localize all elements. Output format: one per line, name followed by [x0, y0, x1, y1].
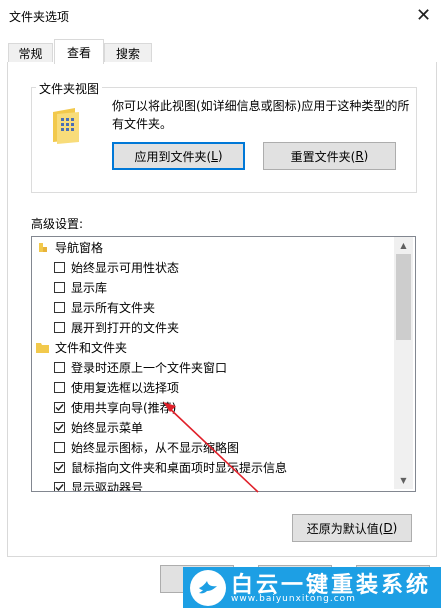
folder-view-icon	[53, 108, 79, 144]
button-text: 应用到文件夹(	[134, 149, 212, 164]
checkbox[interactable]	[54, 301, 65, 313]
checkmark-icon	[55, 463, 64, 471]
window-title: 文件夹选项	[9, 10, 70, 24]
list-item[interactable]: 显示库	[54, 277, 107, 297]
bird-logo-icon	[190, 570, 226, 606]
list-item[interactable]: 显示所有文件夹	[54, 297, 155, 317]
tab-label: 常规	[18, 47, 43, 61]
list-item[interactable]: 使用复选框以选择项	[54, 377, 179, 397]
button-accesskey: L	[211, 149, 218, 163]
button-suffix: )	[217, 149, 223, 163]
close-button[interactable]: ✕	[404, 0, 443, 30]
folder-view-description: 你可以将此视图(如详细信息或图标)应用于这种类型的所有文件夹。	[112, 99, 410, 131]
chevron-up-icon: ▲	[400, 241, 407, 250]
group-label: 导航窗格	[55, 240, 104, 255]
apply-to-folders-button[interactable]: 应用到文件夹(L)	[112, 142, 245, 170]
checkbox-label: 显示驱动器号	[71, 480, 144, 492]
folder-view-legend: 文件夹视图	[36, 80, 103, 97]
checkbox[interactable]	[54, 281, 65, 293]
tab-search[interactable]: 搜索	[104, 43, 152, 63]
tab-general[interactable]: 常规	[8, 43, 53, 63]
button-accesskey: R	[355, 149, 364, 163]
list-item[interactable]: 显示驱动器号	[54, 477, 144, 492]
list-item[interactable]: 始终显示菜单	[54, 417, 143, 437]
checkbox-label: 显示所有文件夹	[71, 300, 156, 315]
checkbox-label: 鼠标指向文件夹和桌面项时显示提示信息	[71, 460, 288, 475]
scroll-up-button[interactable]: ▲	[394, 237, 413, 254]
list-item[interactable]: 鼠标指向文件夹和桌面项时显示提示信息	[54, 457, 287, 477]
checkbox[interactable]	[54, 421, 65, 433]
checkbox[interactable]	[54, 401, 65, 413]
button-text: 重置文件夹(	[290, 149, 356, 164]
group-label: 文件和文件夹	[55, 340, 128, 355]
list-item[interactable]: 使用共享向导(推荐)	[54, 397, 176, 417]
list-scrollbar[interactable]: ▲ ▼	[394, 237, 413, 489]
nav-pane-icon	[39, 242, 47, 252]
button-suffix: )	[363, 149, 369, 163]
chevron-down-icon: ▼	[400, 476, 407, 485]
checkbox-label: 展开到打开的文件夹	[71, 320, 180, 335]
checkbox-label: 始终显示可用性状态	[71, 260, 180, 275]
advanced-settings-label: 高级设置:	[31, 217, 84, 231]
tab-label: 查看	[66, 45, 91, 60]
list-item[interactable]: 始终显示可用性状态	[54, 257, 179, 277]
checkmark-icon	[55, 483, 64, 491]
restore-defaults-button[interactable]: 还原为默认值(D)	[292, 514, 412, 542]
list-item[interactable]: 登录时还原上一个文件夹窗口	[54, 357, 227, 377]
folder-icon	[36, 342, 49, 353]
reset-folders-button[interactable]: 重置文件夹(R)	[263, 142, 396, 170]
checkbox[interactable]	[54, 361, 65, 373]
close-icon: ✕	[415, 4, 432, 26]
scroll-down-button[interactable]: ▼	[394, 472, 413, 489]
list-item: 文件和文件夹	[36, 337, 127, 357]
tab-view[interactable]: 查看	[54, 39, 104, 64]
button-accesskey: D	[383, 521, 393, 535]
scroll-thumb[interactable]	[396, 254, 411, 340]
list-item[interactable]: 展开到打开的文件夹	[54, 317, 179, 337]
button-text: 还原为默认值(	[306, 521, 384, 536]
advanced-settings-list[interactable]: 导航窗格 始终显示可用性状态 显示库 显示所有文件夹 展开到打开的文件夹 文件和…	[31, 236, 416, 492]
button-suffix: )	[392, 521, 398, 535]
watermark-url: www.baiyunxitong.com	[231, 594, 356, 604]
checkbox[interactable]	[54, 481, 65, 491]
list-item: 导航窗格	[36, 237, 103, 257]
checkbox-label: 登录时还原上一个文件夹窗口	[71, 360, 228, 375]
checkmark-icon	[55, 403, 64, 411]
checkbox[interactable]	[54, 261, 65, 273]
checkbox-label: 显示库	[71, 280, 108, 295]
checkbox[interactable]	[54, 441, 65, 453]
tab-label: 搜索	[115, 47, 140, 61]
checkmark-icon	[55, 423, 64, 431]
checkbox[interactable]	[54, 321, 65, 333]
checkbox[interactable]	[54, 381, 65, 393]
checkbox-label: 始终显示图标，从不显示缩略图	[71, 440, 240, 455]
list-item[interactable]: 始终显示图标，从不显示缩略图	[54, 437, 239, 457]
checkbox-label: 使用复选框以选择项	[71, 380, 180, 395]
checkbox[interactable]	[54, 461, 65, 473]
checkbox-label: 使用共享向导(推荐)	[71, 400, 177, 415]
checkbox-label: 始终显示菜单	[71, 420, 144, 435]
